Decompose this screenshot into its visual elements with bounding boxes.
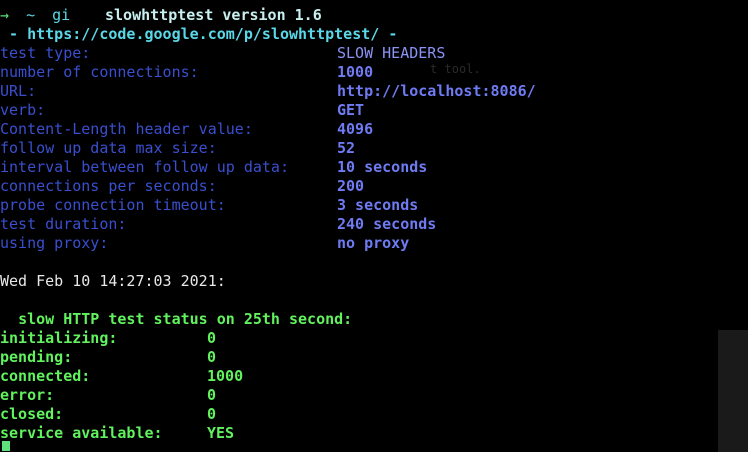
status-value: 0 (207, 348, 217, 366)
config-value: 52 (337, 139, 356, 157)
config-value: 10 seconds (337, 158, 428, 176)
status-timestamp: Wed Feb 10 14:27:03 2021: (0, 272, 226, 290)
status-heading-suffix: th second: (261, 310, 353, 328)
status-label: service available: (0, 424, 163, 442)
status-value: YES (207, 424, 235, 442)
config-value: GET (337, 101, 365, 119)
config-label: test type: (0, 44, 91, 62)
config-value: 3 seconds (337, 196, 419, 214)
status-value: 0 (207, 329, 217, 347)
shell-prompt: → ~ gi (0, 6, 70, 25)
background-window-sidebar (718, 330, 748, 452)
config-label: number of connections: (0, 63, 199, 81)
prompt-tilde: ~ (26, 6, 36, 24)
terminal-cursor (2, 441, 10, 451)
status-value: 1000 (207, 367, 244, 385)
config-value: http://localhost:8086/ (337, 82, 536, 100)
config-value: 1000 (337, 63, 374, 81)
status-second: 25 (243, 310, 262, 328)
config-label: test duration: (0, 215, 127, 233)
app-title: slowhttptest version 1.6 (105, 6, 322, 24)
status-value: 0 (207, 386, 217, 404)
config-label: interval between follow up data: (0, 158, 289, 176)
status-heading: slow HTTP test status on 25th second: (0, 291, 352, 329)
config-label: Content-Length header value: (0, 120, 253, 138)
prompt-partial-command: gi (52, 6, 71, 24)
config-label: probe connection timeout: (0, 196, 226, 214)
config-value: 4096 (337, 120, 374, 138)
status-heading-prefix: slow HTTP test status on (18, 310, 244, 328)
status-label: pending: (0, 348, 73, 366)
config-label: using proxy: (0, 234, 109, 252)
config-value: no proxy (337, 234, 410, 252)
status-label: closed: (0, 405, 64, 423)
config-value: 240 seconds (337, 215, 437, 233)
config-label: connections per seconds: (0, 177, 217, 195)
status-label: initializing: (0, 329, 118, 347)
config-value: 200 (337, 177, 365, 195)
config-label: verb: (0, 101, 46, 119)
status-label: error: (0, 386, 55, 404)
project-url: - https://code.google.com/p/slowhttptest… (0, 25, 398, 43)
config-value: SLOW HEADERS (337, 44, 446, 62)
status-label: connected: (0, 367, 91, 385)
config-label: URL: (0, 82, 37, 100)
status-value: 0 (207, 405, 217, 423)
prompt-arrow-icon: → (0, 6, 10, 24)
config-label: follow up data max size: (0, 139, 217, 157)
